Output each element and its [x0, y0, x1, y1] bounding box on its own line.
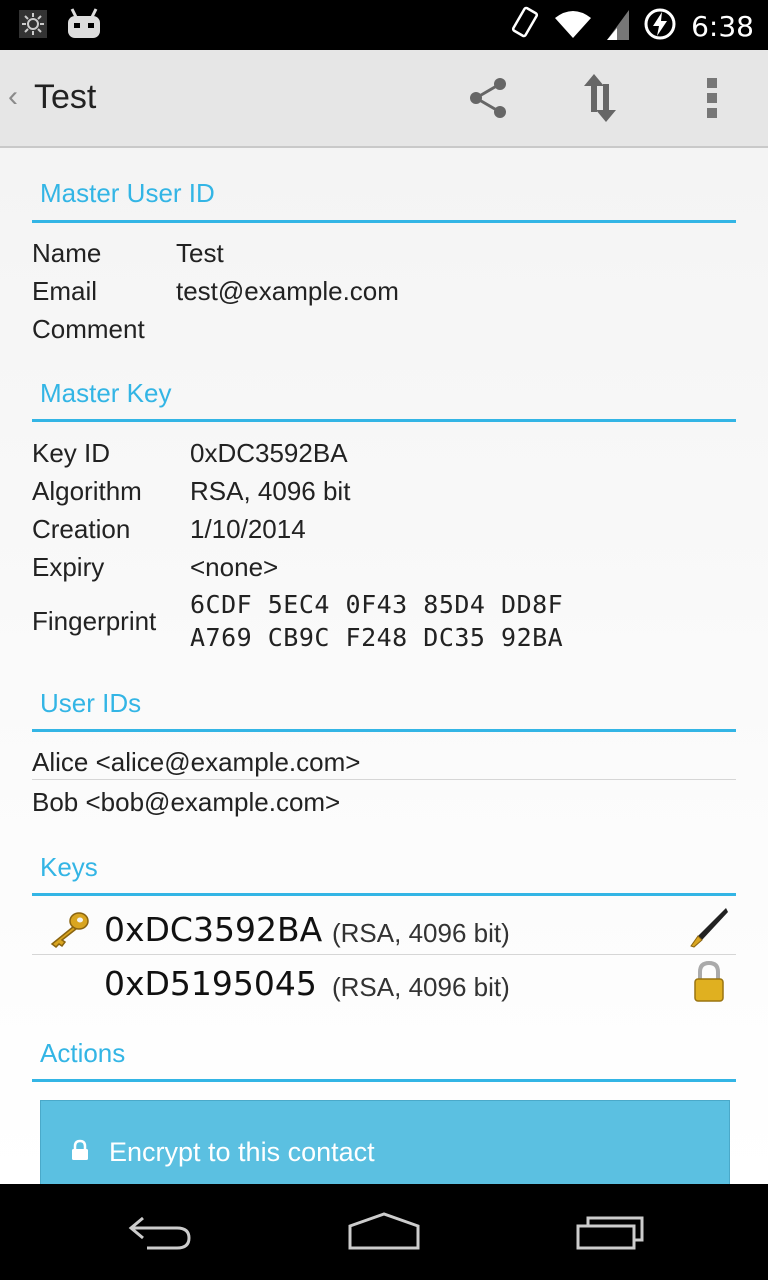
share-icon[interactable]	[462, 72, 514, 124]
key-row[interactable]: 0xD5195045 (RSA, 4096 bit)	[32, 956, 736, 1012]
name-label: Name	[32, 238, 102, 268]
overflow-menu-icon[interactable]	[686, 72, 738, 124]
comment-label: Comment	[32, 314, 145, 344]
algorithm-label: Algorithm	[32, 476, 142, 506]
cyanogen-mascot-icon	[66, 8, 102, 45]
pen-icon	[688, 906, 730, 955]
back-icon[interactable]	[110, 1206, 210, 1258]
status-time: 6:38	[691, 9, 754, 43]
action-bar: ‹ Test	[0, 50, 768, 148]
email-label: Email	[32, 276, 98, 306]
fingerprint-line-1: 6CDF 5EC4 0F43 85D4 DD8F	[190, 590, 564, 619]
rotation-icon	[509, 6, 539, 47]
battery-charging-icon	[643, 7, 677, 46]
sync-icon[interactable]	[574, 72, 626, 124]
key-icon	[48, 910, 90, 953]
fingerprint-line-2: A769 CB9C F248 DC35 92BA	[190, 623, 564, 652]
section-divider	[32, 220, 736, 223]
navigation-bar	[0, 1184, 768, 1280]
lock-icon	[69, 1139, 91, 1166]
encrypt-to-contact-button[interactable]: Encrypt to this contact	[40, 1100, 730, 1184]
expiry-label: Expiry	[32, 552, 105, 582]
section-divider	[32, 729, 736, 732]
user-id-item[interactable]: Alice <alice@example.com>	[32, 747, 360, 778]
key-id: 0xDC3592BA	[104, 910, 323, 949]
key-id: 0xD5195045	[104, 964, 317, 1003]
section-title-master-user-id: Master User ID	[40, 178, 215, 208]
key-id-label: Key ID	[32, 438, 111, 468]
key-info: (RSA, 4096 bit)	[332, 972, 510, 1002]
wifi-icon	[553, 8, 593, 45]
fingerprint-label: Fingerprint	[32, 606, 157, 636]
section-divider	[32, 1079, 736, 1082]
key-row[interactable]: 0xDC3592BA (RSA, 4096 bit)	[32, 898, 736, 954]
section-divider	[32, 893, 736, 896]
signal-icon	[607, 8, 630, 45]
creation-label: Creation	[32, 514, 131, 544]
status-bar: 6:38	[0, 0, 768, 50]
page-title[interactable]: Test	[34, 78, 96, 117]
list-divider	[32, 954, 736, 955]
key-details-content[interactable]: Master User ID Name Test Email test@exam…	[0, 148, 768, 1184]
list-divider	[32, 779, 736, 780]
creation-value: 1/10/2014	[190, 514, 306, 544]
section-title-keys: Keys	[40, 852, 98, 882]
algorithm-value: RSA, 4096 bit	[190, 476, 351, 506]
section-title-master-key: Master Key	[40, 378, 172, 408]
section-title-actions: Actions	[40, 1038, 126, 1068]
encrypt-button-label: Encrypt to this contact	[109, 1137, 375, 1167]
key-info: (RSA, 4096 bit)	[332, 918, 510, 948]
email-value: test@example.com	[176, 276, 399, 306]
section-divider	[32, 419, 736, 422]
up-navigation-icon[interactable]: ‹	[8, 80, 18, 114]
user-id-item[interactable]: Bob <bob@example.com>	[32, 787, 340, 818]
key-id-value: 0xDC3592BA	[190, 438, 348, 468]
brightness-icon	[18, 9, 48, 44]
name-value: Test	[176, 238, 224, 268]
lock-icon	[692, 960, 726, 1009]
home-icon[interactable]	[334, 1206, 434, 1258]
section-title-user-ids: User IDs	[40, 688, 142, 718]
expiry-value: <none>	[190, 552, 279, 582]
recent-apps-icon[interactable]	[560, 1206, 660, 1258]
